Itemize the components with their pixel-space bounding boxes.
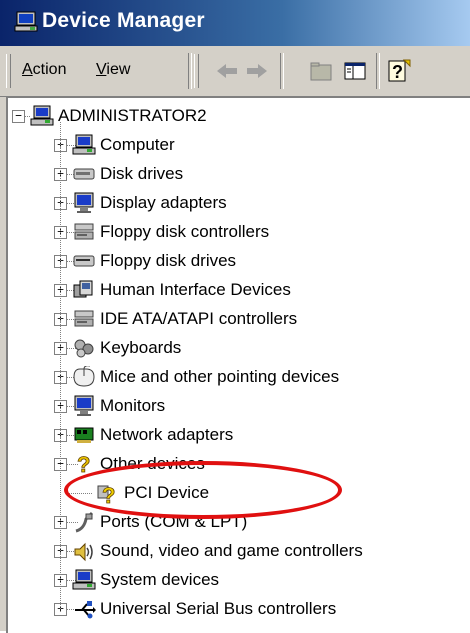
network-adapter-icon <box>74 427 94 443</box>
tree-connector <box>24 116 30 117</box>
toolbar-separator <box>280 53 284 89</box>
tree-label: Monitors <box>100 396 166 415</box>
tree-label: Keyboards <box>100 338 182 357</box>
controller-icon <box>74 310 94 327</box>
tree-icon <box>72 163 96 185</box>
view-menu[interactable]: View <box>96 61 130 79</box>
tree-label: IDE ATA/ATAPI controllers <box>100 309 298 328</box>
back-arrow-icon <box>217 64 237 78</box>
tree-category[interactable]: + IDE ATA/ATAPI controllers <box>8 307 468 331</box>
toolbar-grip[interactable] <box>194 54 199 88</box>
tree-category[interactable]: + Mice and other pointing devices <box>8 365 468 389</box>
device-tree[interactable]: − ADMINISTRATOR2 + Computer + Disk drives + Dis… <box>6 96 470 633</box>
tree-icon <box>30 105 54 127</box>
tree-icon <box>72 279 96 301</box>
monitor-icon <box>74 192 94 213</box>
up-folder-icon <box>310 62 332 81</box>
toolbar-separator <box>188 53 192 89</box>
show-hide-tree-button[interactable] <box>342 58 368 84</box>
tree-category[interactable]: + Monitors <box>8 394 468 418</box>
tree-icon <box>72 250 96 272</box>
svg-text:?: ? <box>392 62 403 82</box>
tree-icon <box>72 134 96 156</box>
tree-category[interactable]: + Display adapters <box>8 191 468 215</box>
tree-icon <box>72 598 96 620</box>
floppy-drive-icon <box>73 255 95 267</box>
device-manager-window: Device Manager Action View ? − ADMINISTR… <box>0 0 470 633</box>
tree-label: Mice and other pointing devices <box>100 367 340 386</box>
forward-button[interactable] <box>244 58 270 84</box>
toolbar-separator <box>376 53 380 89</box>
tree-root[interactable]: − ADMINISTRATOR2 <box>8 104 468 128</box>
action-menu-accesskey: A <box>22 61 33 78</box>
action-menu[interactable]: Action <box>22 61 66 79</box>
svg-text:?: ? <box>77 453 90 475</box>
tree-icon <box>72 221 96 243</box>
window-title: Device Manager <box>42 9 205 32</box>
tree-category[interactable]: + System devices <box>8 568 468 592</box>
monitor-icon <box>74 395 94 416</box>
hid-icon <box>73 280 93 298</box>
tree-icon <box>72 365 96 388</box>
tree-icon <box>72 540 96 562</box>
view-menu-accesskey: V <box>96 61 107 78</box>
tree-label: Floppy disk drives <box>100 251 237 270</box>
tree-icon <box>72 569 96 591</box>
help-icon: ? <box>388 59 411 82</box>
tree-category[interactable]: + Floppy disk controllers <box>8 220 468 244</box>
usb-icon <box>75 601 96 619</box>
tree-icon <box>72 308 96 330</box>
tree-label: Universal Serial Bus controllers <box>100 599 337 618</box>
tree-label: Floppy disk controllers <box>100 222 270 241</box>
tree-label: Sound, video and game controllers <box>100 541 363 560</box>
device-manager-icon <box>14 11 38 32</box>
mouse-icon <box>73 365 95 387</box>
tree-category[interactable]: + Floppy disk drives <box>8 249 468 273</box>
forward-arrow-icon <box>247 64 267 78</box>
tree-label: Display adapters <box>100 193 227 212</box>
back-button[interactable] <box>214 58 240 84</box>
tree-trunk <box>60 122 61 609</box>
tree-category[interactable]: + Network adapters <box>8 423 468 447</box>
tree-label: Computer <box>100 135 175 154</box>
tree-icon <box>72 192 96 214</box>
action-menu-label: ction <box>32 61 67 78</box>
view-menu-label: iew <box>106 61 131 78</box>
help-button[interactable]: ? <box>386 58 412 84</box>
computer-icon <box>72 569 96 590</box>
title-bar[interactable]: Device Manager <box>0 0 470 46</box>
tree-icon <box>72 424 96 446</box>
controller-icon <box>74 223 94 240</box>
tree-label: System devices <box>100 570 220 589</box>
tree-category[interactable]: + Disk drives <box>8 162 468 186</box>
tree-category[interactable]: + Sound, video and game controllers <box>8 539 468 563</box>
computer-icon <box>72 134 96 155</box>
tree-category[interactable]: + Computer <box>8 133 468 157</box>
toolbar-grip[interactable] <box>6 54 11 88</box>
tree-label: Network adapters <box>100 425 234 444</box>
tree-icon <box>72 337 96 359</box>
toolbar: Action View ? <box>0 46 470 97</box>
tree-category[interactable]: + Keyboards <box>8 336 468 360</box>
keyboard-icon <box>74 339 94 358</box>
tree-label: Human Interface Devices <box>100 280 291 299</box>
tree-icon <box>72 511 96 533</box>
highlight-ring <box>64 461 342 519</box>
tree-label: ADMINISTRATOR2 <box>58 106 207 125</box>
port-icon <box>75 511 94 533</box>
tree-category[interactable]: + Human Interface Devices <box>8 278 468 302</box>
show-hide-tree-icon <box>344 62 366 80</box>
up-one-level-button[interactable] <box>308 58 334 84</box>
disk-drive-icon <box>73 168 95 180</box>
sound-icon <box>74 542 93 562</box>
computer-icon <box>30 105 54 126</box>
tree-label: Disk drives <box>100 164 184 183</box>
tree-category[interactable]: + Universal Serial Bus controllers <box>8 597 468 621</box>
tree-icon <box>72 395 96 417</box>
